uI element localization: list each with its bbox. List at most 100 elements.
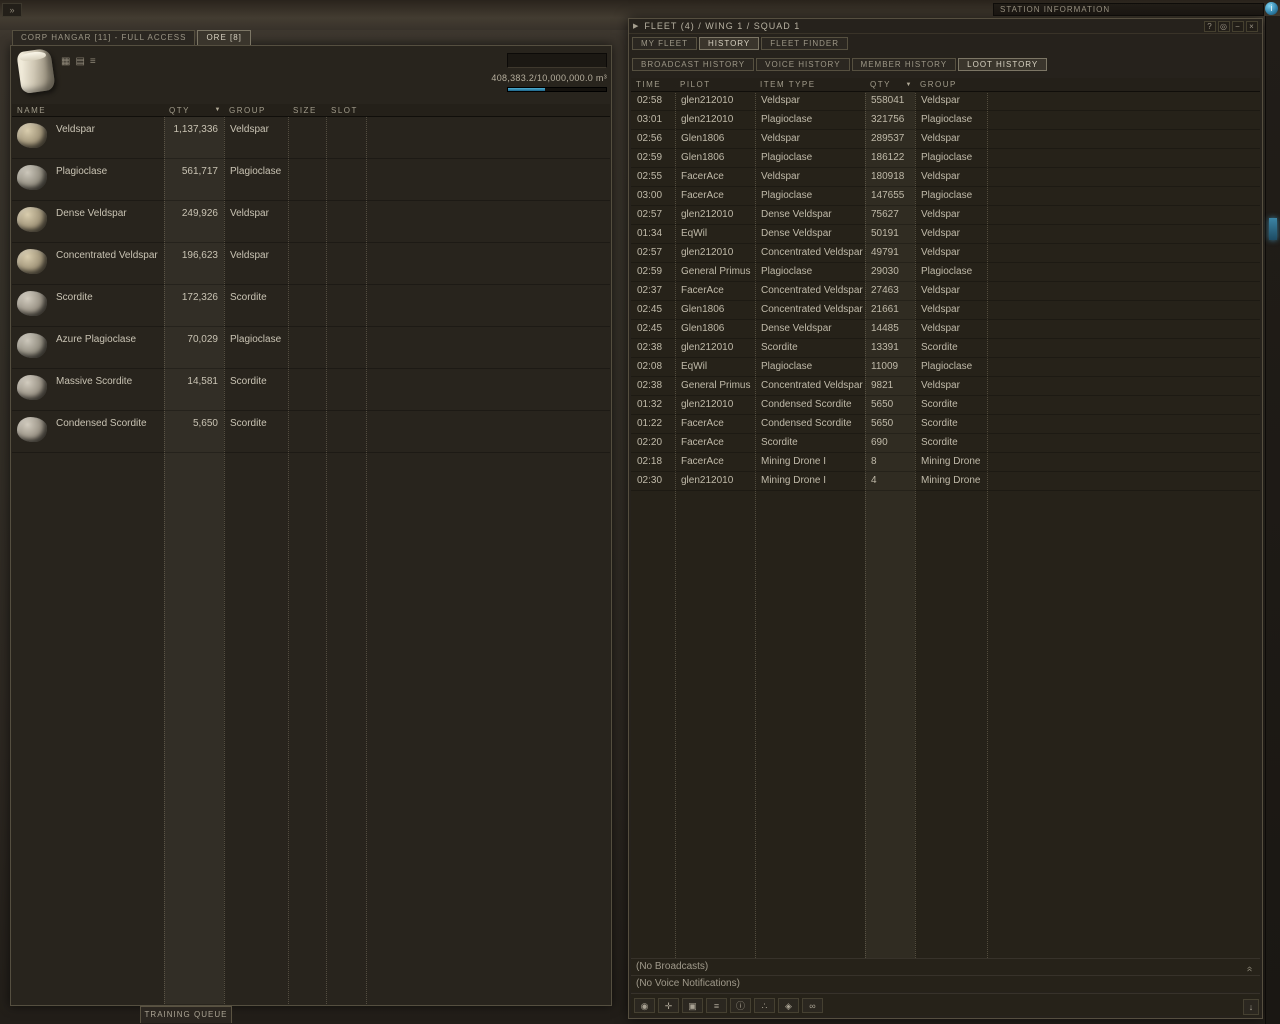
- table-row[interactable]: Massive Scordite 14,581 Scordite: [12, 369, 610, 411]
- table-row[interactable]: 02:45 Glen1806 Concentrated Veldspar 21661 V…: [631, 301, 1260, 320]
- table-row[interactable]: 02:55 FacerAce Veldspar 180918 Veldspar: [631, 168, 1260, 187]
- minimize-button[interactable]: −: [1232, 20, 1244, 32]
- grid-view-icon[interactable]: ▦: [61, 56, 70, 67]
- table-row[interactable]: 02:20 FacerAce Scordite 690 Scordite: [631, 434, 1260, 453]
- side-panel-accent[interactable]: [1269, 218, 1277, 240]
- loot-time: 03:01: [637, 114, 663, 125]
- loot-pilot: General Primus: [681, 266, 751, 277]
- tab-corp-hangar-11-full-access[interactable]: CORP HANGAR [11] - FULL ACCESS: [12, 30, 196, 45]
- table-row[interactable]: 02:57 glen212010 Concentrated Veldspar 4979…: [631, 244, 1260, 263]
- station-info-bar[interactable]: STATION INFORMATION: [993, 3, 1264, 16]
- loot-pilot: glen212010: [681, 247, 734, 258]
- column-header-item-type[interactable]: ITEM TYPE: [755, 80, 865, 89]
- list-view-icon[interactable]: ▤: [75, 56, 84, 67]
- loot-item-type: Scordite: [761, 437, 798, 448]
- tab-ore-8[interactable]: ORE [8]: [197, 30, 251, 45]
- ore-icon: [17, 375, 47, 400]
- details-view-icon[interactable]: ≡: [90, 56, 96, 67]
- table-row[interactable]: 02:57 glen212010 Dense Veldspar 75627 Veldsp…: [631, 206, 1260, 225]
- broadcast-hold-icon[interactable]: ≡: [706, 997, 727, 1013]
- column-header-pilot[interactable]: PILOT: [675, 80, 755, 89]
- column-header-slot[interactable]: SLOT: [326, 106, 366, 115]
- tab-my-fleet[interactable]: MY FLEET: [632, 37, 697, 50]
- loot-group: Plagioclase: [921, 152, 973, 163]
- column-header-time[interactable]: TIME: [631, 80, 675, 89]
- table-row[interactable]: 02:56 Glen1806 Veldspar 289537 Veldspar: [631, 130, 1260, 149]
- item-qty: 172,326: [181, 292, 218, 303]
- table-row[interactable]: 02:38 General Primus Concentrated Veldspar…: [631, 377, 1260, 396]
- table-row[interactable]: Scordite 172,326 Scordite: [12, 285, 610, 327]
- subtab-loot-history[interactable]: LOOT HISTORY: [958, 58, 1048, 71]
- broadcast-capacitor-icon[interactable]: ◈: [778, 997, 799, 1013]
- info-icon[interactable]: i: [1265, 2, 1278, 15]
- voice-status-line[interactable]: (No Voice Notifications): [631, 975, 1260, 992]
- table-row[interactable]: Concentrated Veldspar 196,623 Veldspar: [12, 243, 610, 285]
- scroll-down-button[interactable]: ↓: [1243, 999, 1259, 1015]
- collapse-chevron-icon[interactable]: »: [1242, 966, 1258, 972]
- pin-button[interactable]: ◎: [1218, 20, 1230, 32]
- column-header-qty[interactable]: QTY ▼: [865, 80, 915, 89]
- broadcast-info-icon[interactable]: ⓘ: [730, 997, 751, 1013]
- loot-time: 01:22: [637, 418, 663, 429]
- loot-qty: 4: [871, 475, 877, 486]
- loot-pilot: glen212010: [681, 95, 734, 106]
- loot-pilot: FacerAce: [681, 418, 724, 429]
- close-button[interactable]: ×: [1246, 20, 1258, 32]
- table-row[interactable]: Plagioclase 561,717 Plagioclase: [12, 159, 610, 201]
- table-row[interactable]: Condensed Scordite 5,650 Scordite: [12, 411, 610, 453]
- subtab-voice-history[interactable]: VOICE HISTORY: [756, 58, 850, 71]
- collapse-triangle-icon[interactable]: ▶: [633, 22, 639, 30]
- loot-history-table: TIME PILOT ITEM TYPE QTY ▼ GROUP 02:58 gl…: [631, 78, 1260, 958]
- loot-time: 02:20: [637, 437, 663, 448]
- tab-fleet-finder[interactable]: FLEET FINDER: [761, 37, 849, 50]
- loot-qty: 5650: [871, 418, 894, 429]
- broadcast-target-icon[interactable]: ✛: [658, 997, 679, 1013]
- table-row[interactable]: 02:08 EqWil Plagioclase 11009 Plagioclase: [631, 358, 1260, 377]
- table-row[interactable]: 02:59 Glen1806 Plagioclase 186122 Plagioclas…: [631, 149, 1260, 168]
- side-panel-edge: [1265, 16, 1280, 1024]
- loot-group: Scordite: [921, 342, 958, 353]
- item-qty: 70,029: [187, 334, 218, 345]
- broadcast-travel-icon[interactable]: ∴: [754, 997, 775, 1013]
- table-row[interactable]: Veldspar 1,137,336 Veldspar: [12, 117, 610, 159]
- column-header-size[interactable]: SIZE: [288, 106, 326, 115]
- item-group: Scordite: [230, 418, 267, 429]
- broadcast-eye-icon[interactable]: ◉: [634, 997, 655, 1013]
- table-row[interactable]: 01:32 glen212010 Condensed Scordite 5650 Sco…: [631, 396, 1260, 415]
- broadcast-share-icon[interactable]: ∞: [802, 997, 823, 1013]
- sort-desc-icon: ▼: [905, 81, 913, 88]
- fleet-titlebar[interactable]: ▶ FLEET (4) / WING 1 / SQUAD 1 ? ◎ − ×: [629, 19, 1262, 34]
- loot-item-type: Concentrated Veldspar: [761, 247, 863, 258]
- column-header-qty[interactable]: QTY ▼: [164, 106, 224, 115]
- help-button[interactable]: ?: [1204, 20, 1216, 32]
- corp-hangar-window: CORP HANGAR [11] - FULL ACCESS ORE [8] ▦ ▤…: [10, 30, 612, 1006]
- loot-time: 02:30: [637, 475, 663, 486]
- item-qty: 196,623: [181, 250, 218, 261]
- table-row[interactable]: 02:38 glen212010 Scordite 13391 Scordite: [631, 339, 1260, 358]
- column-header-group[interactable]: GROUP: [224, 106, 288, 115]
- search-input[interactable]: [507, 53, 607, 68]
- subtab-member-history[interactable]: MEMBER HISTORY: [851, 58, 957, 71]
- table-row[interactable]: 02:30 glen212010 Mining Drone I 4 Mining Dro…: [631, 472, 1260, 491]
- table-row[interactable]: 02:58 glen212010 Veldspar 558041 Veldspar: [631, 92, 1260, 111]
- table-row[interactable]: 02:37 FacerAce Concentrated Veldspar 27463 V…: [631, 282, 1260, 301]
- neocom-expander[interactable]: »: [2, 3, 22, 17]
- table-row[interactable]: 02:45 Glen1806 Dense Veldspar 14485 Veldspar: [631, 320, 1260, 339]
- loot-qty: 49791: [871, 247, 899, 258]
- broadcast-status-line[interactable]: (No Broadcasts) »: [631, 958, 1260, 975]
- loot-pilot: EqWil: [681, 228, 708, 239]
- table-row[interactable]: 02:59 General Primus Plagioclase 29030 Plagi…: [631, 263, 1260, 282]
- column-header-name[interactable]: NAME: [12, 106, 164, 115]
- tab-history[interactable]: HISTORY: [698, 37, 760, 50]
- table-row[interactable]: 01:34 EqWil Dense Veldspar 50191 Veldspar: [631, 225, 1260, 244]
- broadcast-loot-icon[interactable]: ▣: [682, 997, 703, 1013]
- table-row[interactable]: Dense Veldspar 249,926 Veldspar: [12, 201, 610, 243]
- subtab-broadcast-history[interactable]: BROADCAST HISTORY: [632, 58, 755, 71]
- table-row[interactable]: 01:22 FacerAce Condensed Scordite 5650 Scord…: [631, 415, 1260, 434]
- training-queue-tab[interactable]: TRAINING QUEUE: [140, 1006, 232, 1023]
- table-row[interactable]: 02:18 FacerAce Mining Drone I 8 Mining Drone: [631, 453, 1260, 472]
- column-header-group[interactable]: GROUP: [915, 80, 987, 89]
- table-row[interactable]: Azure Plagioclase 70,029 Plagioclase: [12, 327, 610, 369]
- table-row[interactable]: 03:00 FacerAce Plagioclase 147655 Plagioclas…: [631, 187, 1260, 206]
- table-row[interactable]: 03:01 glen212010 Plagioclase 321756 Plagiocl…: [631, 111, 1260, 130]
